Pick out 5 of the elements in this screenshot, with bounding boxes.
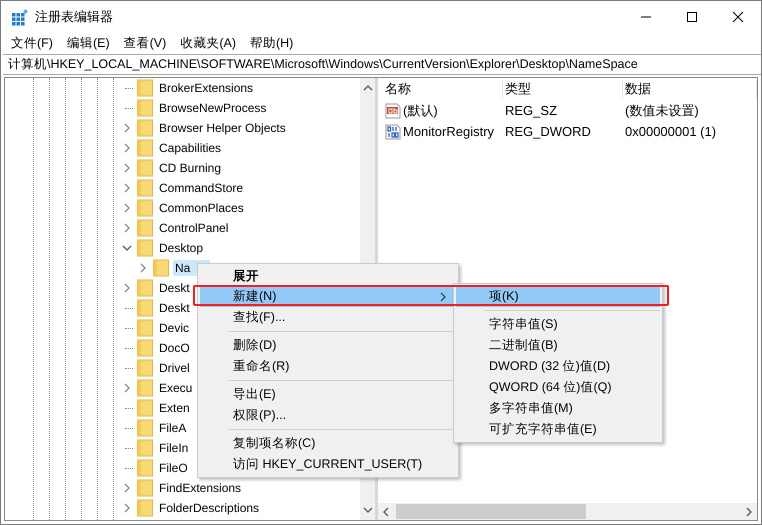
value-data: (数值未设置) [624,102,700,120]
window-title: 注册表编辑器 [35,8,113,26]
value-type: REG_DWORD [504,124,592,139]
value-data: 0x00000001 (1) [624,124,718,139]
value-type: REG_SZ [504,103,558,118]
